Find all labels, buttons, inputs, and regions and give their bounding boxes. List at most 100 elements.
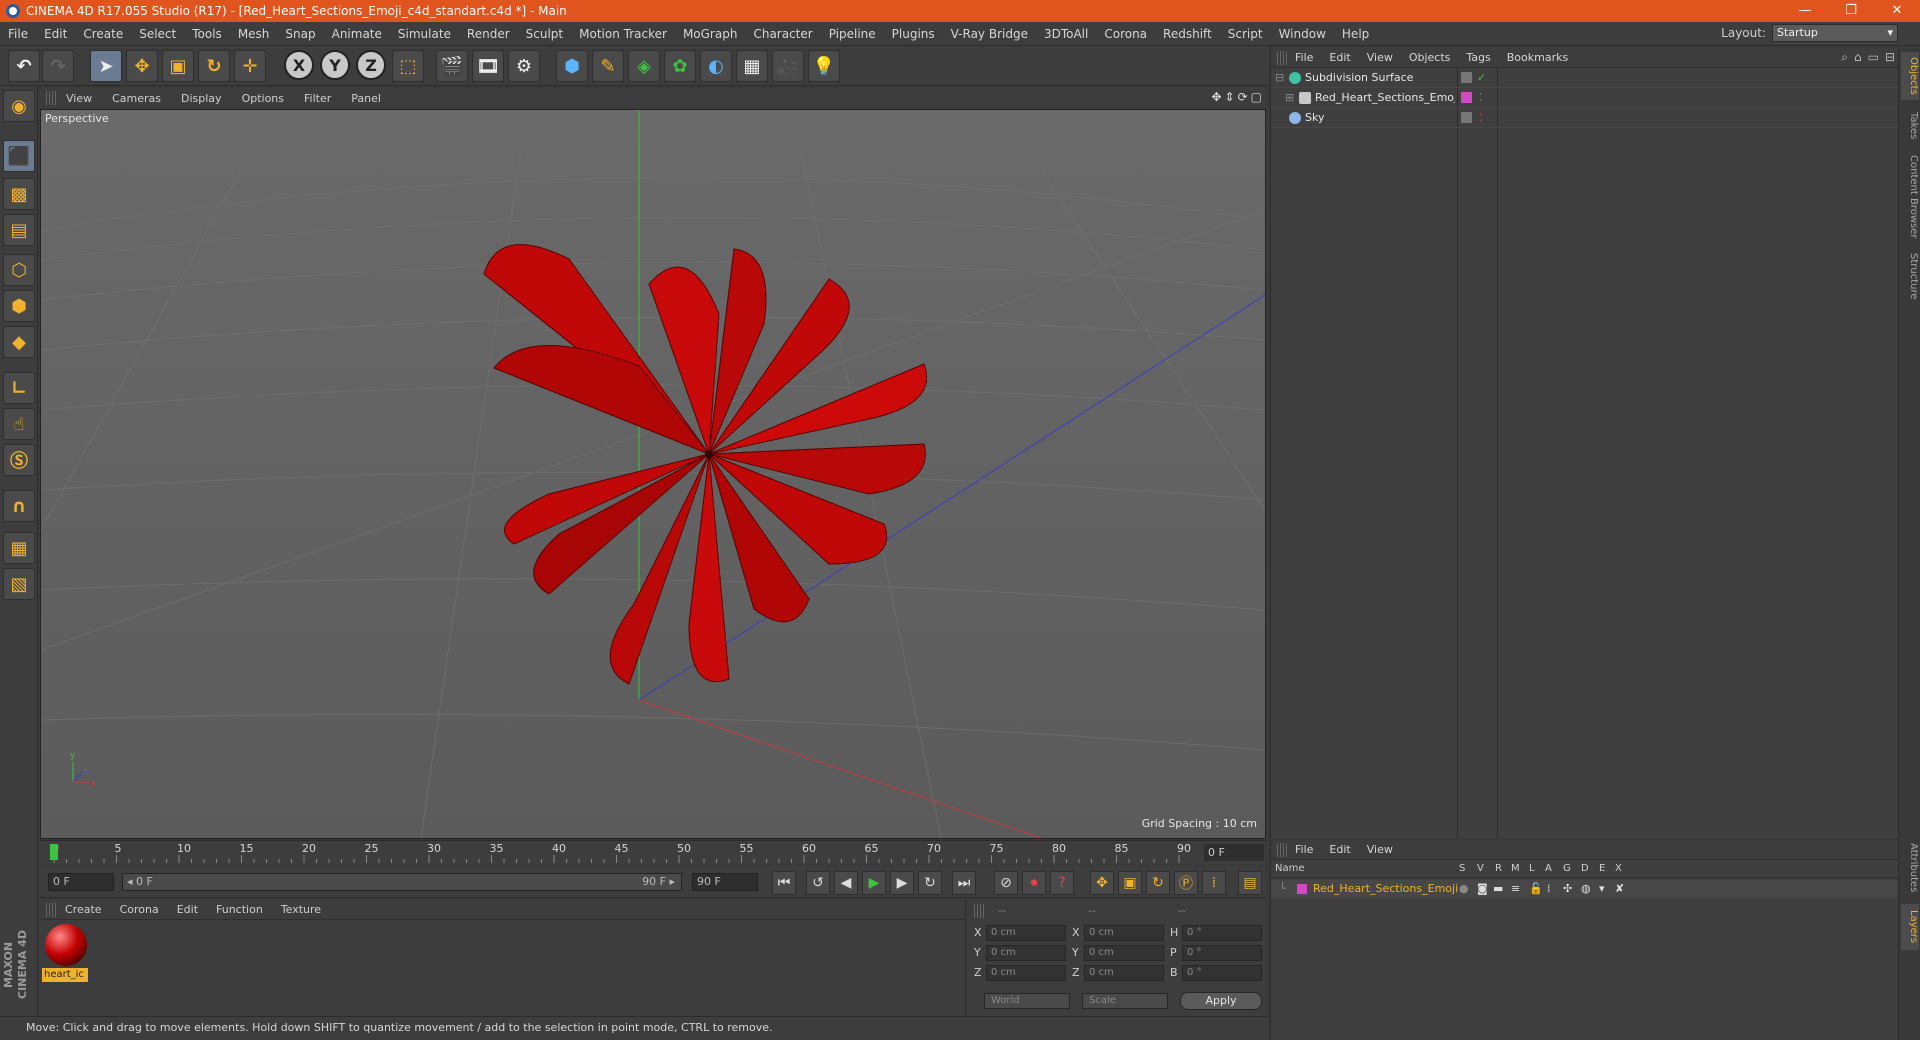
coordinate-system-dropdown[interactable]: World (984, 993, 1070, 1009)
panel-grip-icon[interactable] (974, 904, 984, 918)
rotation-h-field[interactable]: 0 ° (1182, 925, 1262, 941)
layer-manager-icon[interactable]: ≡ (1511, 880, 1520, 898)
current-frame-field[interactable]: 0 F (1204, 844, 1264, 861)
menu-3dtoall[interactable]: 3DToAll (1036, 27, 1096, 41)
make-editable-icon[interactable]: ◉ (3, 90, 35, 122)
layers-menu-file[interactable]: File (1287, 843, 1321, 856)
polygons-mode-icon[interactable]: ◆ (3, 326, 35, 358)
record-scale-icon[interactable]: ▣ (1118, 871, 1142, 895)
enabled-check-icon[interactable]: ✓ (1477, 68, 1486, 88)
material-menu-function[interactable]: Function (207, 903, 272, 916)
play-icon[interactable]: ▶ (862, 871, 886, 895)
dolly-view-icon[interactable]: ⇕ (1225, 90, 1235, 104)
menu-simulate[interactable]: Simulate (390, 27, 459, 41)
size-x-field[interactable]: 0 cm (1084, 925, 1164, 941)
cloner-icon[interactable]: ✿ (664, 50, 696, 82)
tab-takes[interactable]: Takes (1901, 106, 1919, 146)
viewport-menu-view[interactable]: View (56, 92, 102, 105)
restore-button[interactable]: ❐ (1828, 0, 1874, 22)
visibility-dots-icon[interactable]: ⁚ (1479, 88, 1483, 108)
size-mode-dropdown[interactable]: Scale (1082, 993, 1168, 1009)
subdivision-icon[interactable]: ◈ (628, 50, 660, 82)
previous-key-icon[interactable]: ↺ (806, 871, 830, 895)
menu-vray-bridge[interactable]: V-Ray Bridge (943, 27, 1036, 41)
record-rotation-icon[interactable]: ↻ (1146, 871, 1170, 895)
menu-file[interactable]: File (0, 27, 36, 41)
menu-window[interactable]: Window (1271, 27, 1334, 41)
magnet-icon[interactable]: ∩ (3, 490, 35, 522)
snap-icon[interactable]: Ⓢ (3, 444, 35, 476)
panel-grip-icon[interactable] (1277, 842, 1287, 857)
layers-menu-view[interactable]: View (1359, 843, 1401, 856)
keyframe-selection-icon[interactable]: ? (1050, 871, 1074, 895)
menu-mograph[interactable]: MoGraph (675, 27, 746, 41)
menu-create[interactable]: Create (75, 27, 131, 41)
edit-render-settings-icon[interactable]: ⚙ (508, 50, 540, 82)
rotation-p-field[interactable]: 0 ° (1182, 945, 1262, 961)
menu-render[interactable]: Render (459, 27, 518, 41)
menu-snap[interactable]: Snap (277, 27, 323, 41)
autokeying-icon[interactable]: ⏺ (1022, 871, 1046, 895)
record-point-level-icon[interactable]: ⁞ (1202, 871, 1226, 895)
next-frame-icon[interactable]: ▶ (890, 871, 914, 895)
z-axis-icon[interactable]: Z (356, 50, 386, 80)
expand-child-icon[interactable]: ⊞ (1285, 88, 1294, 108)
start-frame-field[interactable]: 0 F (48, 873, 114, 891)
playhead[interactable] (50, 844, 58, 860)
objects-menu-edit[interactable]: Edit (1321, 51, 1358, 64)
expand-icon[interactable]: ⊟ (1885, 50, 1895, 65)
position-x-field[interactable]: 0 cm (986, 925, 1066, 941)
menu-plugins[interactable]: Plugins (884, 27, 943, 41)
objects-menu-view[interactable]: View (1359, 51, 1401, 64)
redo-icon[interactable]: ↷ (42, 50, 74, 82)
go-to-start-icon[interactable]: ⏮ (772, 871, 796, 895)
tab-structure[interactable]: Structure (1901, 248, 1919, 304)
layer-color-icon[interactable] (1461, 92, 1472, 103)
menu-redshift[interactable]: Redshift (1155, 27, 1220, 41)
viewport-menu-cameras[interactable]: Cameras (102, 92, 171, 105)
tweak-mode-icon[interactable]: ☝ (3, 408, 35, 440)
layer-color-swatch[interactable] (1297, 884, 1307, 894)
red-heart-sections-model[interactable] (483, 244, 928, 685)
render-view-icon[interactable]: 🎬 (436, 50, 468, 82)
menu-corona[interactable]: Corona (1096, 27, 1155, 41)
layer-view-icon[interactable]: ◙ (1477, 880, 1488, 898)
menu-character[interactable]: Character (745, 27, 820, 41)
position-y-field[interactable]: 0 cm (986, 945, 1066, 961)
menu-tools[interactable]: Tools (184, 27, 230, 41)
object-row-red-heart[interactable]: ⊞ Red_Heart_Sections_Emoji ⁚ (1271, 88, 1899, 108)
tab-layers[interactable]: Layers (1901, 904, 1919, 950)
position-z-field[interactable]: 0 cm (986, 965, 1066, 981)
close-button[interactable]: ✕ (1874, 0, 1920, 22)
perspective-viewport[interactable]: Perspective y z x Grid Spacing: 10 cm (40, 109, 1266, 839)
material-name[interactable]: heart_ic (42, 968, 88, 982)
coordinate-system-icon[interactable]: ⬚ (392, 50, 424, 82)
pan-view-icon[interactable]: ✥ (1211, 90, 1221, 104)
apply-button[interactable]: Apply (1180, 992, 1262, 1010)
visibility-toggle-icon[interactable] (1461, 72, 1472, 83)
viewport-menu-filter[interactable]: Filter (294, 92, 341, 105)
objects-menu-file[interactable]: File (1287, 51, 1321, 64)
material-menu-edit[interactable]: Edit (168, 903, 207, 916)
workplane-lock-icon[interactable]: ▦ (3, 532, 35, 564)
layer-row[interactable]: └ Red_Heart_Sections_Emoji ● ◙ ▬ ≡ 🔓 ⁞ ✣… (1271, 880, 1899, 898)
layer-generator-icon[interactable]: ✣ (1563, 880, 1572, 898)
tab-objects[interactable]: Objects (1901, 52, 1919, 100)
light-icon[interactable]: 💡 (808, 50, 840, 82)
viewport-menu-options[interactable]: Options (232, 92, 294, 105)
material-menu-corona[interactable]: Corona (111, 903, 168, 916)
layer-animation-icon[interactable]: ⁞ (1547, 880, 1551, 898)
objects-menu-tags[interactable]: Tags (1458, 51, 1498, 64)
cube-icon[interactable]: ⬢ (556, 50, 588, 82)
record-position-icon[interactable]: ✥ (1090, 871, 1114, 895)
record-active-objects-icon[interactable]: ⊘ (994, 871, 1018, 895)
rotate-icon[interactable]: ↻ (198, 50, 230, 82)
panel-grip-icon[interactable] (1277, 50, 1287, 65)
size-y-field[interactable]: 0 cm (1084, 945, 1164, 961)
record-parameter-icon[interactable]: Ⓟ (1174, 871, 1198, 895)
menu-pipeline[interactable]: Pipeline (821, 27, 884, 41)
move-icon[interactable]: ✥ (126, 50, 158, 82)
material-menu-create[interactable]: Create (56, 903, 111, 916)
viewport-menu-panel[interactable]: Panel (341, 92, 391, 105)
menu-script[interactable]: Script (1220, 27, 1271, 41)
